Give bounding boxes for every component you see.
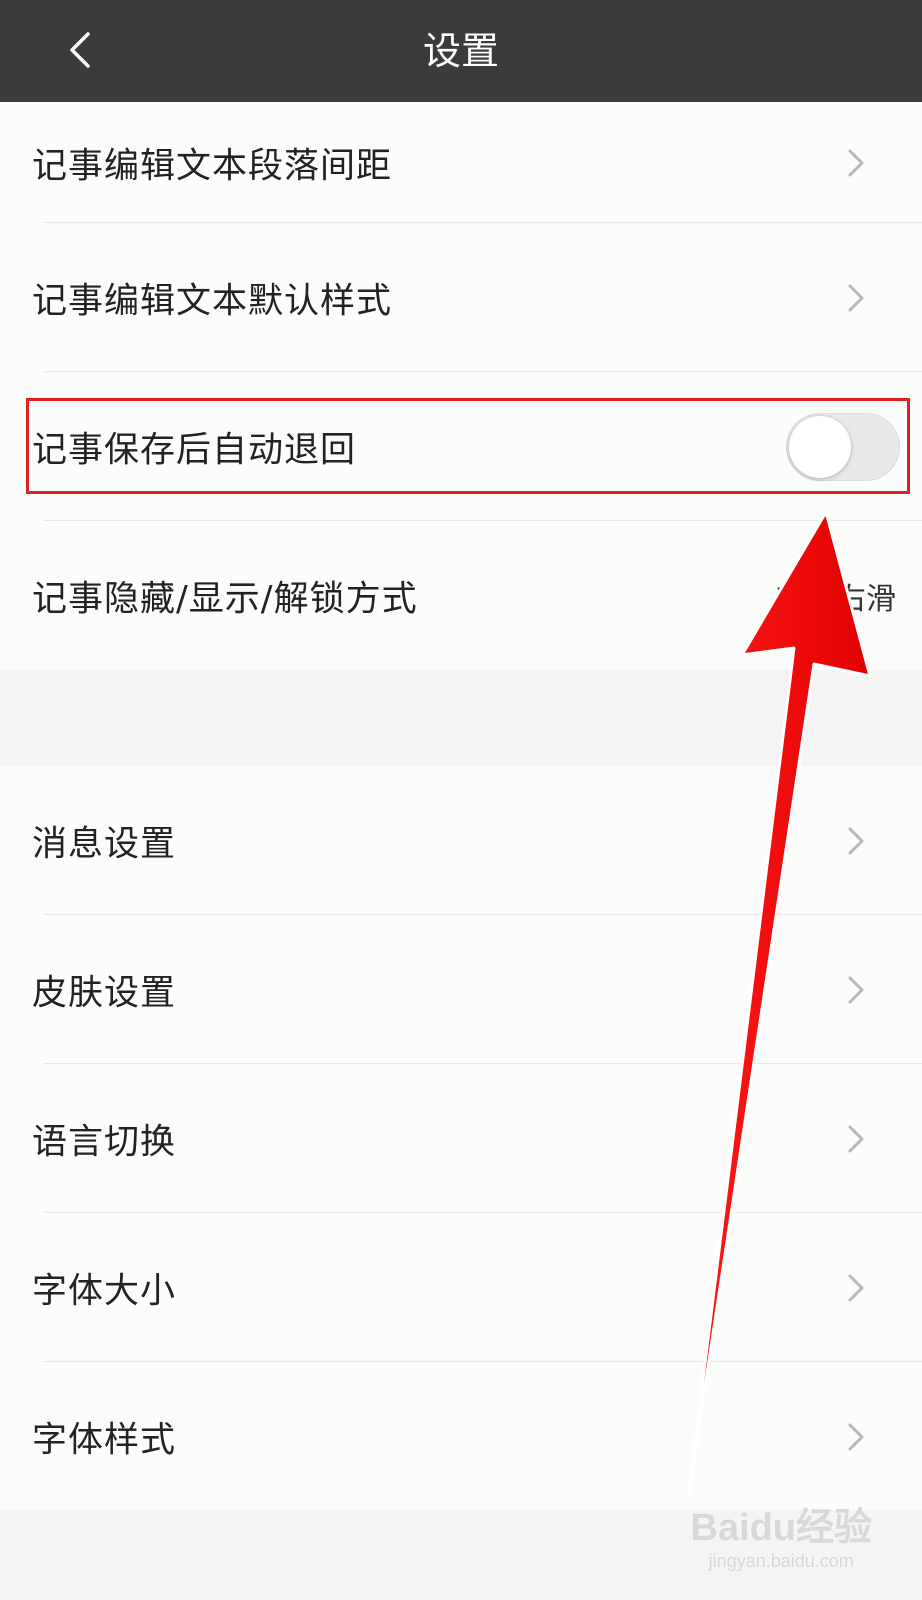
chevron-right-icon [848, 1274, 864, 1301]
setting-label: 记事保存后自动退回 [32, 430, 357, 470]
setting-message[interactable]: 消息设置 [0, 766, 922, 915]
setting-value: 首页右滑 [776, 581, 896, 617]
chevron-right-icon [848, 827, 864, 854]
setting-label: 消息设置 [32, 824, 177, 864]
setting-label: 字体大小 [32, 1271, 177, 1311]
watermark-site: jingyan.baidu.com [708, 1551, 854, 1571]
page-title: 设置 [422, 29, 499, 73]
watermark: Baidu经验 jingyan.baidu.com [690, 1496, 872, 1572]
setting-auto-return-after-save: 记事保存后自动退回 [0, 372, 922, 521]
auto-return-toggle[interactable] [786, 412, 900, 481]
chevron-right-icon [848, 976, 864, 1003]
setting-label: 字体样式 [32, 1420, 177, 1460]
settings-group-general: 消息设置 皮肤设置 语言切换 字体大小 字体样式 [0, 766, 922, 1510]
setting-label: 记事隐藏/显示/解锁方式 [32, 579, 418, 619]
setting-font-size[interactable]: 字体大小 [0, 1213, 922, 1362]
chevron-right-icon [848, 1125, 864, 1152]
setting-label: 皮肤设置 [32, 973, 177, 1013]
settings-group-editing: 记事编辑文本段落间距 记事编辑文本默认样式 记事保存后自动退回 记事隐藏/显示/… [0, 102, 922, 670]
chevron-right-icon [848, 149, 864, 176]
watermark-brand: Baidu经验 [690, 1507, 872, 1549]
setting-font-style[interactable]: 字体样式 [0, 1362, 922, 1511]
toggle-knob [789, 415, 851, 478]
setting-skin[interactable]: 皮肤设置 [0, 915, 922, 1064]
setting-language[interactable]: 语言切换 [0, 1064, 922, 1213]
setting-paragraph-spacing[interactable]: 记事编辑文本段落间距 [0, 102, 922, 223]
chevron-right-icon [848, 284, 864, 311]
setting-default-text-style[interactable]: 记事编辑文本默认样式 [0, 223, 922, 372]
top-bar: 设置 [0, 0, 922, 102]
setting-hide-show-unlock[interactable]: 记事隐藏/显示/解锁方式 首页右滑 [0, 521, 922, 670]
chevron-right-icon [848, 1423, 864, 1450]
setting-label: 记事编辑文本段落间距 [32, 146, 393, 186]
setting-label: 语言切换 [32, 1122, 177, 1162]
setting-label: 记事编辑文本默认样式 [32, 281, 393, 321]
settings-screen: 设置 记事编辑文本段落间距 记事编辑文本默认样式 记事保存后自动退回 记事隐藏/… [0, 0, 922, 1600]
